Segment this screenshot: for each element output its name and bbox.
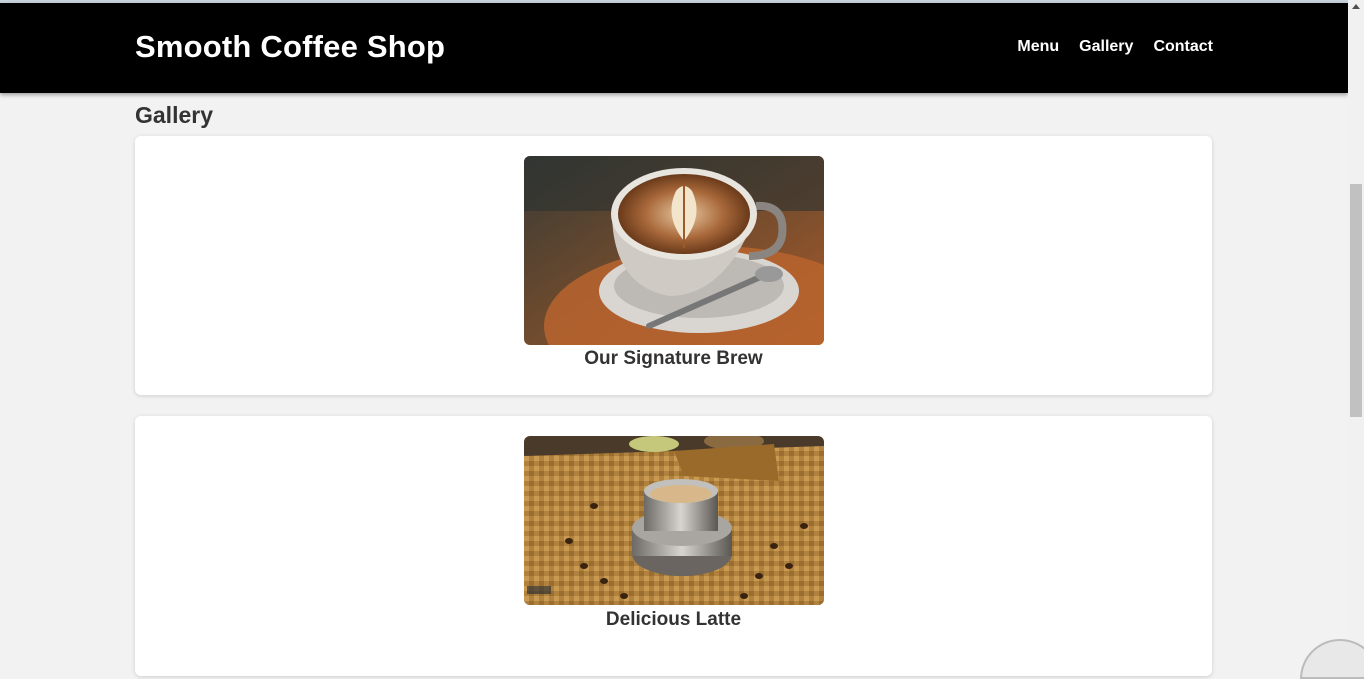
gallery-heading: Gallery <box>135 102 213 128</box>
scrollbar-thumb[interactable] <box>1350 184 1362 417</box>
gallery-card: Delicious Latte <box>135 416 1212 676</box>
filter-coffee-photo[interactable] <box>524 436 824 605</box>
gallery-caption: Our Signature Brew <box>584 348 763 369</box>
floating-widget[interactable] <box>1300 639 1364 679</box>
gallery-caption: Delicious Latte <box>605 609 742 630</box>
filter-coffee-image <box>524 436 824 605</box>
main-nav: Menu Gallery Contact <box>1017 38 1213 56</box>
nav-link-menu[interactable]: Menu <box>1017 38 1059 56</box>
scroll-up-arrow-icon[interactable] <box>1352 4 1360 9</box>
nav-link-gallery[interactable]: Gallery <box>1079 38 1133 56</box>
site-title[interactable]: Smooth Coffee Shop <box>135 29 445 65</box>
vertical-scrollbar[interactable] <box>1348 0 1364 652</box>
site-header: Smooth Coffee Shop Menu Gallery Contact <box>0 3 1348 93</box>
latte-art-image <box>524 156 824 345</box>
latte-art-photo[interactable] <box>524 156 824 345</box>
nav-link-contact[interactable]: Contact <box>1153 38 1213 56</box>
gallery-card: Our Signature Brew <box>135 136 1212 395</box>
